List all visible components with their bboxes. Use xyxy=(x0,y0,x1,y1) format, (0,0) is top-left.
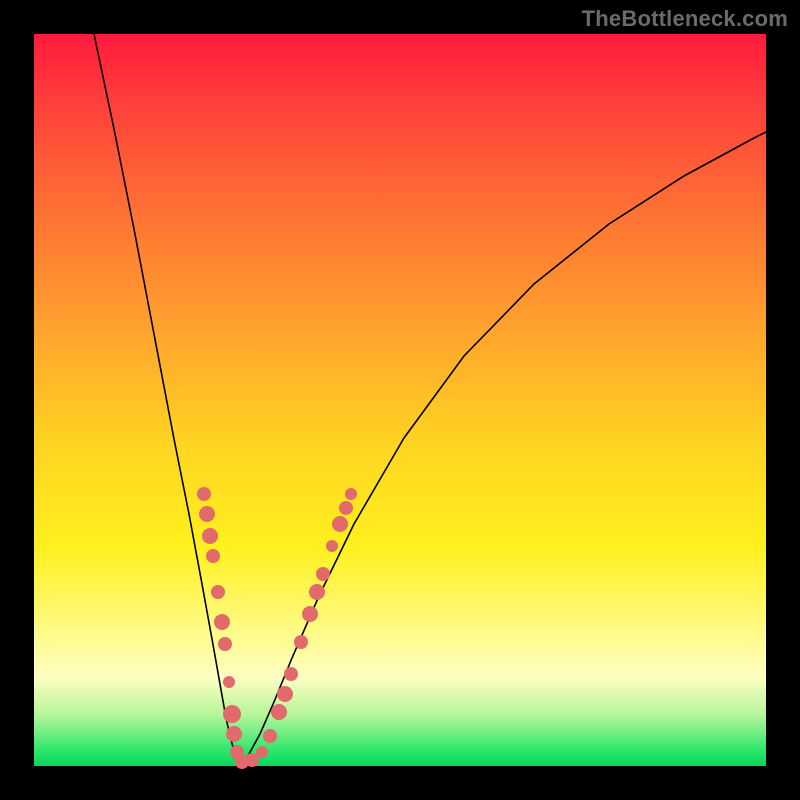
bead-marker xyxy=(256,746,268,758)
bead-marker xyxy=(277,686,293,702)
bead-marker xyxy=(218,637,232,651)
bead-marker xyxy=(339,501,353,515)
bead-marker xyxy=(332,516,348,532)
curve-left-branch xyxy=(94,34,239,765)
bead-marker xyxy=(223,705,241,723)
bead-marker xyxy=(316,567,330,581)
bead-marker xyxy=(223,676,235,688)
bead-marker xyxy=(294,635,308,649)
curve-right-branch xyxy=(239,132,766,765)
bead-marker xyxy=(202,528,218,544)
bead-marker xyxy=(263,729,277,743)
bead-marker xyxy=(309,584,325,600)
bead-markers-group xyxy=(197,487,357,769)
watermark-text: TheBottleneck.com xyxy=(582,6,788,32)
bead-marker xyxy=(302,606,318,622)
bead-marker xyxy=(271,704,287,720)
bead-marker xyxy=(199,506,215,522)
bead-marker xyxy=(197,487,211,501)
bead-marker xyxy=(345,488,357,500)
bead-marker xyxy=(226,726,242,742)
bead-marker xyxy=(326,540,338,552)
bead-marker xyxy=(214,614,230,630)
bead-marker xyxy=(206,549,220,563)
bead-marker xyxy=(284,667,298,681)
bead-marker xyxy=(211,585,225,599)
chart-overlay xyxy=(34,34,766,766)
